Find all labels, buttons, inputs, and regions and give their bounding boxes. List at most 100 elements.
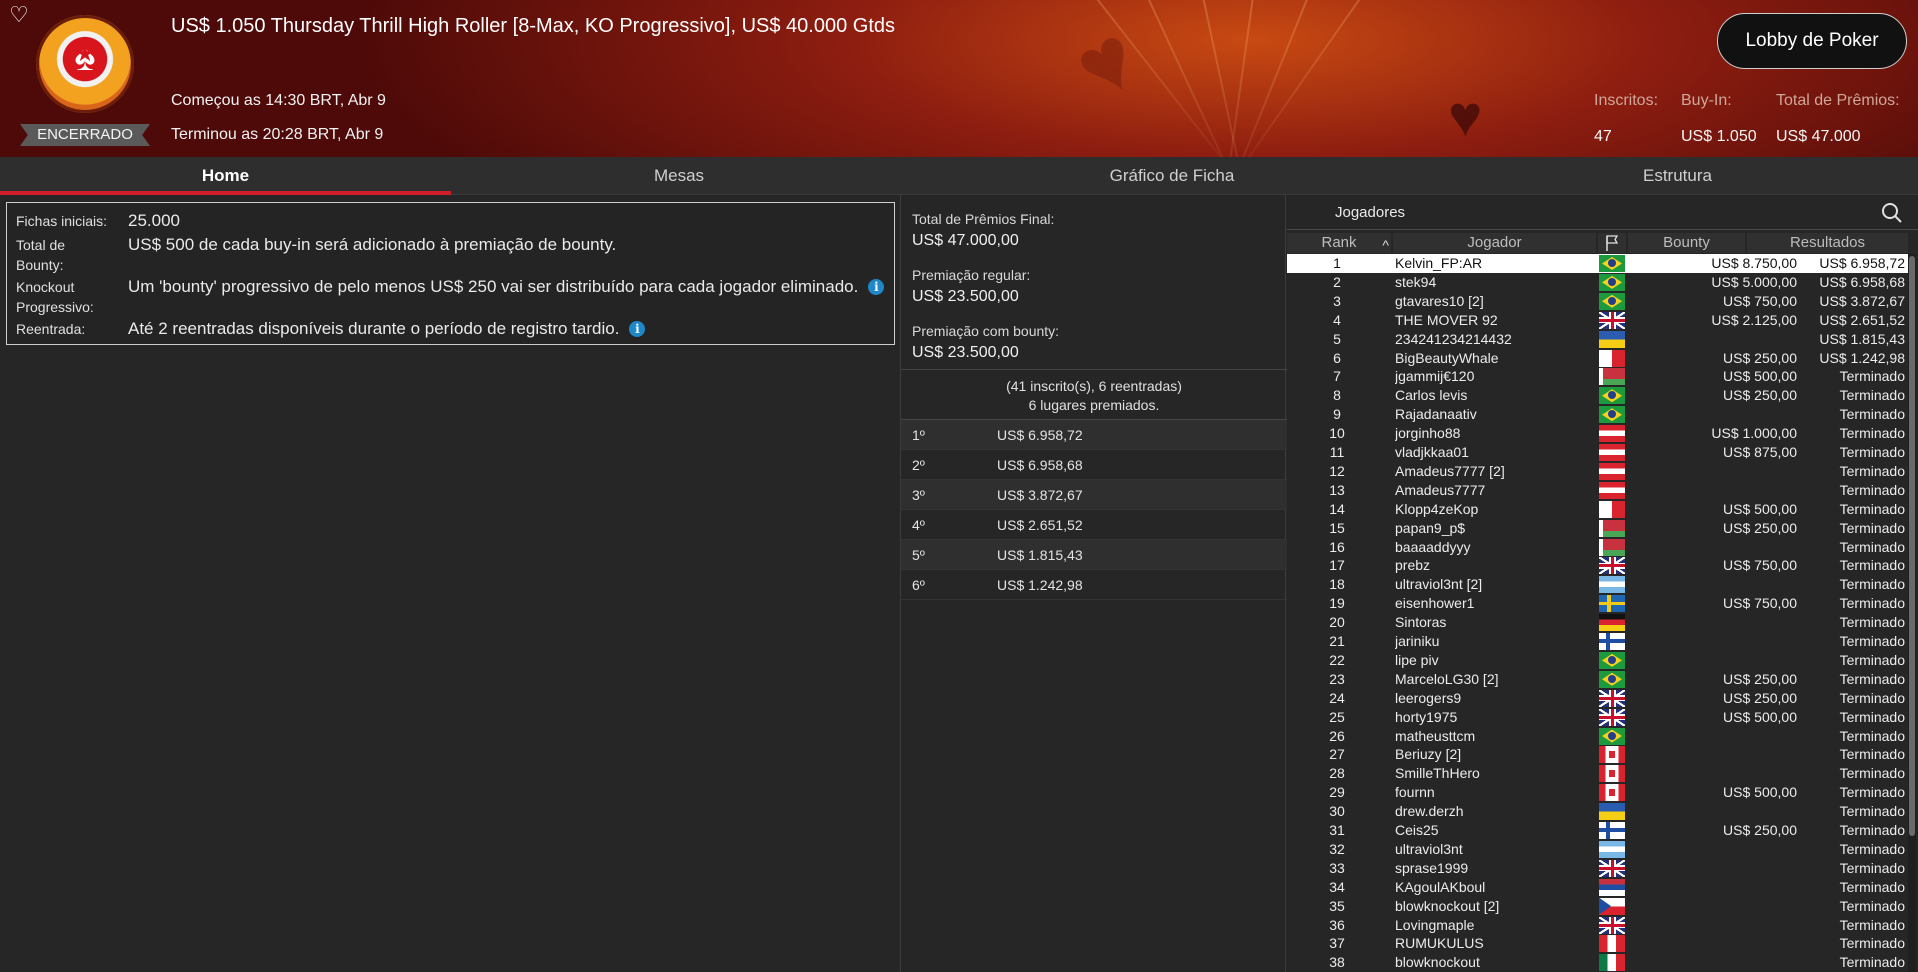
players-title: Jogadores bbox=[1335, 204, 1406, 221]
player-row[interactable]: 11 vladjkkaa01 US$ 875,00 Terminado bbox=[1287, 443, 1908, 462]
player-row[interactable]: 17 prebz US$ 750,00 Terminado bbox=[1287, 556, 1908, 575]
player-row[interactable]: 21 jariniku Terminado bbox=[1287, 632, 1908, 651]
country-flag-icon bbox=[1599, 765, 1625, 783]
player-rank: 19 bbox=[1329, 595, 1345, 612]
player-row[interactable]: 12 Amadeus7777 [2] Terminado bbox=[1287, 462, 1908, 481]
player-result: US$ 6.958,72 bbox=[1819, 255, 1905, 271]
player-result: Terminado bbox=[1839, 822, 1905, 838]
player-row[interactable]: 15 papan9_p$ US$ 250,00 Terminado bbox=[1287, 519, 1908, 538]
player-name: papan9_p$ bbox=[1395, 519, 1466, 536]
player-rank: 30 bbox=[1329, 803, 1345, 820]
player-row[interactable]: 29 fournn US$ 500,00 Terminado bbox=[1287, 783, 1908, 802]
prize-place: 2º bbox=[912, 457, 925, 473]
players-header: Jogadores bbox=[1287, 195, 1918, 230]
player-row[interactable]: 37 RUMUKULUS Terminado bbox=[1287, 934, 1908, 953]
player-name: blowknockout bbox=[1395, 954, 1480, 971]
player-rank: 14 bbox=[1329, 500, 1345, 517]
heart-icon[interactable]: ♡ bbox=[6, 2, 32, 28]
player-row[interactable]: 24 leerogers9 US$ 250,00 Terminado bbox=[1287, 689, 1908, 708]
tab-structure[interactable]: Estrutura bbox=[1437, 157, 1918, 195]
search-icon[interactable] bbox=[1881, 202, 1903, 224]
country-flag-icon bbox=[1599, 784, 1625, 802]
player-rank: 29 bbox=[1329, 784, 1345, 801]
info-icon[interactable]: i bbox=[629, 321, 646, 337]
player-rank: 21 bbox=[1329, 633, 1345, 649]
player-rank: 26 bbox=[1329, 727, 1345, 744]
player-bounty: US$ 500,00 bbox=[1723, 784, 1797, 801]
player-row[interactable]: 7 jgammij€120 US$ 500,00 Terminado bbox=[1287, 367, 1908, 386]
decor-ray bbox=[1215, 0, 1262, 157]
players-scrollbar[interactable] bbox=[1908, 254, 1916, 972]
player-row[interactable]: 28 SmilleThHero Terminado bbox=[1287, 764, 1908, 783]
player-result: Terminado bbox=[1839, 633, 1905, 649]
player-result: Terminado bbox=[1839, 500, 1905, 517]
player-row[interactable]: 6 BigBeautyWhale US$ 250,00 US$ 1.242,98 bbox=[1287, 349, 1908, 368]
column-bounty[interactable]: Bounty bbox=[1628, 233, 1745, 253]
player-row[interactable]: 13 Amadeus7777 Terminado bbox=[1287, 481, 1908, 500]
player-row[interactable]: 34 KAgoulAKboul Terminado bbox=[1287, 878, 1908, 897]
tab-tables[interactable]: Mesas bbox=[451, 157, 907, 195]
column-country[interactable] bbox=[1598, 233, 1626, 253]
player-row[interactable]: 23 MarceloLG30 [2] US$ 250,00 Terminado bbox=[1287, 670, 1908, 689]
column-rank[interactable]: Rank bbox=[1287, 233, 1391, 255]
end-time: Terminou as 20:28 BRT, Abr 9 bbox=[171, 126, 384, 143]
flag-by-icon bbox=[1599, 368, 1625, 386]
player-row[interactable]: 14 Klopp4zeKop US$ 500,00 Terminado bbox=[1287, 500, 1908, 519]
info-icon[interactable]: i bbox=[868, 279, 885, 295]
player-bounty: US$ 250,00 bbox=[1723, 689, 1797, 706]
player-row[interactable]: 30 drew.derzh Terminado bbox=[1287, 802, 1908, 821]
column-results[interactable]: Resultados bbox=[1747, 233, 1908, 253]
prize-amount: US$ 6.958,72 bbox=[997, 427, 1083, 443]
flag-br-icon bbox=[1599, 387, 1625, 405]
player-row[interactable]: 33 sprase1999 Terminado bbox=[1287, 859, 1908, 878]
player-row[interactable]: 35 blowknockout [2] Terminado bbox=[1287, 897, 1908, 916]
country-flag-icon bbox=[1599, 273, 1625, 291]
tab-home[interactable]: Home bbox=[0, 157, 451, 195]
player-row[interactable]: 18 ultraviol3nt [2] Terminado bbox=[1287, 575, 1908, 594]
country-flag-icon bbox=[1599, 746, 1625, 764]
player-name: jgammij€120 bbox=[1395, 368, 1475, 385]
country-flag-icon bbox=[1599, 916, 1625, 934]
player-name: Ceis25 bbox=[1395, 822, 1439, 838]
player-row[interactable]: 38 blowknockout Terminado bbox=[1287, 953, 1908, 972]
player-row[interactable]: 10 jorginho88 US$ 1.000,00 Terminado bbox=[1287, 424, 1908, 443]
player-name: blowknockout [2] bbox=[1395, 897, 1500, 914]
player-row[interactable]: 27 Beriuzy [2] Terminado bbox=[1287, 745, 1908, 764]
player-name: THE MOVER 92 bbox=[1395, 311, 1498, 328]
player-result: Terminado bbox=[1839, 840, 1905, 857]
player-row[interactable]: 32 ultraviol3nt Terminado bbox=[1287, 840, 1908, 859]
knockout-label: Knockout Progressivo: bbox=[16, 279, 94, 315]
player-name: fournn bbox=[1395, 784, 1435, 801]
country-flag-icon bbox=[1599, 897, 1625, 915]
player-rank: 4 bbox=[1333, 311, 1341, 328]
player-row[interactable]: 19 eisenhower1 US$ 750,00 Terminado bbox=[1287, 594, 1908, 613]
country-flag-icon bbox=[1599, 349, 1625, 367]
poker-lobby-button[interactable]: Lobby de Poker bbox=[1717, 13, 1907, 69]
player-rank: 31 bbox=[1329, 822, 1345, 838]
player-bounty: US$ 500,00 bbox=[1723, 708, 1797, 725]
player-row[interactable]: 31 Ceis25 US$ 250,00 Terminado bbox=[1287, 821, 1908, 840]
player-row[interactable]: 22 lipe piv Terminado bbox=[1287, 651, 1908, 670]
bounty-prize-label: Premiação com bounty: bbox=[912, 323, 1060, 339]
player-row[interactable]: 3 gtavares10 [2] US$ 750,00 US$ 3.872,67 bbox=[1287, 292, 1908, 311]
player-row[interactable]: 9 Rajadanaativ Terminado bbox=[1287, 405, 1908, 424]
player-name: gtavares10 [2] bbox=[1395, 292, 1484, 309]
starting-chips-label: Fichas iniciais: bbox=[16, 213, 108, 229]
tab-chip-chart[interactable]: Gráfico de Ficha bbox=[907, 157, 1437, 195]
player-name: leerogers9 bbox=[1395, 689, 1462, 706]
flag-br-icon bbox=[1599, 727, 1625, 745]
player-row[interactable]: 2 stek94 US$ 5.000,00 US$ 6.958,68 bbox=[1287, 273, 1908, 292]
player-row[interactable]: 4 THE MOVER 92 US$ 2.125,00 US$ 2.651,52 bbox=[1287, 311, 1908, 330]
player-row[interactable]: 25 horty1975 US$ 500,00 Terminado bbox=[1287, 708, 1908, 727]
player-row[interactable]: 1 Kelvin_FP:AR US$ 8.750,00 US$ 6.958,72 bbox=[1287, 254, 1908, 273]
player-row[interactable]: 36 Lovingmaple Terminado bbox=[1287, 916, 1908, 935]
column-player[interactable]: Jogador bbox=[1393, 233, 1596, 253]
player-row[interactable]: 16 baaaaddyyy Terminado bbox=[1287, 538, 1908, 557]
player-row[interactable]: 20 Sintoras Terminado bbox=[1287, 613, 1908, 632]
player-name: Amadeus7777 [2] bbox=[1395, 462, 1505, 479]
player-row[interactable]: 5 234241234214432 US$ 1.815,43 bbox=[1287, 330, 1908, 349]
player-row[interactable]: 8 Carlos levis US$ 250,00 Terminado bbox=[1287, 386, 1908, 405]
flag-ar-icon bbox=[1599, 576, 1625, 594]
scrollbar-thumb[interactable] bbox=[1909, 256, 1915, 836]
player-row[interactable]: 26 matheusttcm Terminado bbox=[1287, 727, 1908, 746]
